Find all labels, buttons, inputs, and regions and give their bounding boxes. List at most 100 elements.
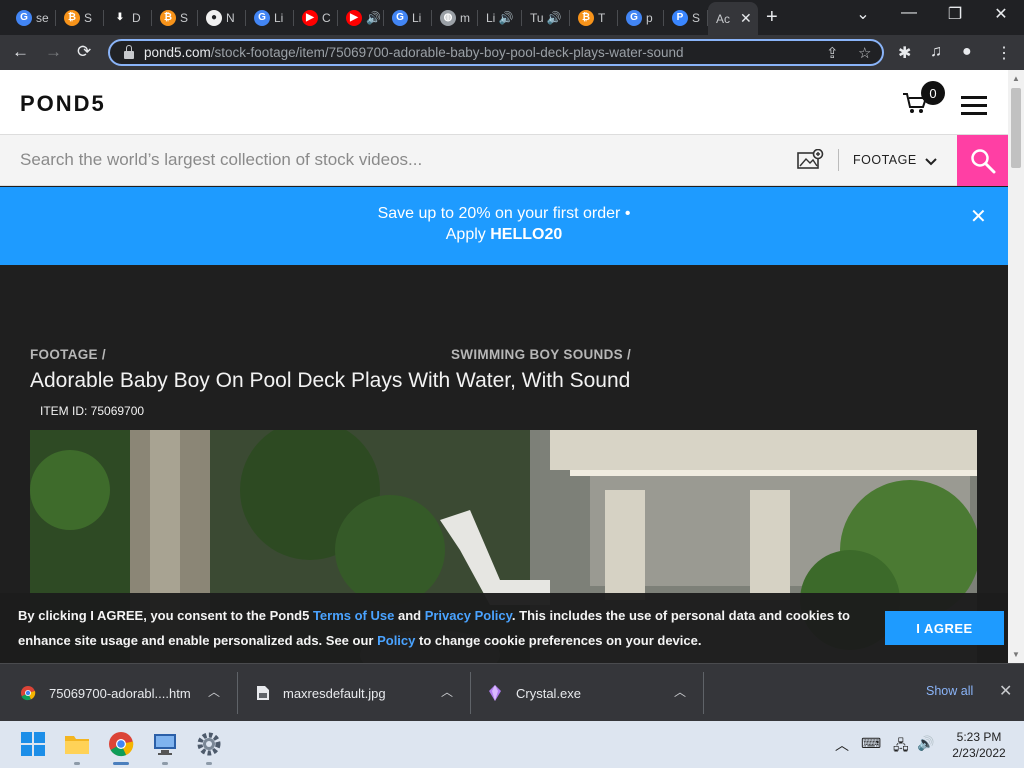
- agree-button[interactable]: I AGREE: [885, 611, 1004, 645]
- system-clock[interactable]: 5:23 PM 2/23/2022: [944, 729, 1014, 761]
- share-icon[interactable]: ⇪: [826, 44, 839, 62]
- running-indicator: [206, 762, 212, 765]
- close-window-button[interactable]: ✕: [978, 4, 1024, 24]
- running-indicator: [162, 762, 168, 765]
- show-all-downloads-link[interactable]: Show all: [926, 684, 973, 698]
- globe-icon: ◍: [440, 9, 456, 26]
- browser-tab[interactable]: Tu 🔊: [522, 4, 570, 31]
- google-icon: G: [392, 9, 408, 26]
- promo-apply-line: Apply HELLO20: [445, 226, 563, 243]
- web-page: POND5 0 FOOTAGE Save up to 20% on your: [0, 70, 1008, 663]
- windows-start-icon[interactable]: [20, 731, 46, 757]
- volume-icon[interactable]: 🔊: [917, 735, 934, 752]
- download-item-jpg[interactable]: maxresdefault.jpg ︿: [256, 664, 470, 722]
- browser-tab[interactable]: G Li: [384, 4, 432, 31]
- windows-taskbar: ︿ ⌨ 🖧 🔊 5:23 PM 2/23/2022: [0, 721, 1024, 768]
- policy-link[interactable]: Policy: [377, 633, 415, 648]
- reload-button[interactable]: ⟳: [77, 42, 91, 62]
- search-bar: FOOTAGE: [0, 135, 1008, 186]
- forward-button[interactable]: →: [45, 42, 62, 62]
- browser-tab[interactable]: ▶ C: [294, 4, 338, 31]
- chevron-down-icon[interactable]: [924, 155, 938, 169]
- browser-tab[interactable]: Gp: [618, 4, 664, 31]
- chevron-up-icon[interactable]: ︿: [208, 683, 220, 700]
- scrollbar-thumb[interactable]: [1011, 88, 1021, 168]
- scroll-down-icon[interactable]: ▼: [1012, 650, 1020, 659]
- search-divider: [838, 149, 839, 171]
- chevron-up-icon[interactable]: ︿: [441, 683, 453, 700]
- hamburger-menu-icon[interactable]: [961, 96, 987, 120]
- divider: [470, 672, 471, 714]
- download-item-exe[interactable]: Crystal.exe ︿: [489, 664, 703, 722]
- download-filename[interactable]: 75069700-adorabl....htm: [49, 686, 191, 701]
- pond5-icon: P: [672, 9, 688, 26]
- browser-tab[interactable]: Li 🔊: [478, 4, 522, 31]
- download-filename[interactable]: Crystal.exe: [516, 686, 581, 701]
- bitcoin-icon: ₿: [160, 9, 176, 26]
- bitcoin-icon: ₿: [578, 9, 594, 26]
- image-search-icon[interactable]: [797, 149, 825, 171]
- search-button[interactable]: [957, 135, 1008, 186]
- close-downloads-icon[interactable]: ✕: [999, 681, 1012, 701]
- keyboard-icon[interactable]: ⌨: [861, 735, 881, 752]
- maximize-button[interactable]: ❐: [932, 4, 978, 24]
- download-filename[interactable]: maxresdefault.jpg: [283, 686, 386, 701]
- browser-tab[interactable]: ₿ S: [152, 4, 198, 31]
- chrome-taskbar-icon[interactable]: [108, 731, 134, 757]
- pond5-logo[interactable]: POND5: [20, 91, 106, 117]
- media-type-select[interactable]: FOOTAGE: [853, 153, 917, 167]
- media-control-icon[interactable]: ♫: [930, 43, 942, 61]
- close-tab-icon[interactable]: ✕: [740, 10, 752, 27]
- file-explorer-icon[interactable]: [64, 731, 90, 757]
- browser-tab[interactable]: ▶ 🔊: [338, 4, 384, 31]
- search-icon: [970, 148, 995, 173]
- browser-tab[interactable]: Gse: [8, 4, 56, 31]
- browser-tab[interactable]: ● N: [198, 4, 246, 31]
- browser-tab[interactable]: PS: [664, 4, 708, 31]
- extensions-icon[interactable]: ✱: [898, 43, 911, 63]
- new-tab-button[interactable]: +: [766, 6, 778, 29]
- search-input[interactable]: [0, 135, 780, 185]
- breadcrumb-footage[interactable]: FOOTAGE /: [30, 347, 106, 362]
- cart-count-badge[interactable]: 0: [921, 81, 945, 105]
- crystal-icon: [489, 685, 501, 701]
- download-item-htm[interactable]: 75069700-adorabl....htm ︿: [20, 664, 238, 722]
- bitcoin-icon: ₿: [64, 9, 80, 26]
- site-header: POND5 0: [0, 70, 1008, 135]
- page-scrollbar[interactable]: ▲ ▼: [1008, 70, 1024, 663]
- back-button[interactable]: ←: [12, 42, 29, 62]
- tab-title: Li 🔊: [486, 10, 514, 25]
- download-icon: ⬇: [112, 9, 128, 26]
- network-icon[interactable]: 🖧: [893, 735, 909, 759]
- close-promo-icon[interactable]: ✕: [970, 204, 987, 229]
- lock-icon[interactable]: [124, 45, 134, 59]
- tab-title: S: [180, 10, 189, 25]
- tab-search-icon[interactable]: ⌄: [840, 4, 886, 24]
- browser-tab[interactable]: ◍ m: [432, 4, 478, 31]
- terms-of-use-link[interactable]: Terms of Use: [313, 608, 394, 623]
- url-text[interactable]: pond5.com/stock-footage/item/75069700-ad…: [144, 45, 684, 60]
- tab-title: T: [598, 10, 606, 25]
- chrome-menu-icon[interactable]: ⋮: [996, 43, 1012, 63]
- tab-title: D: [132, 10, 141, 25]
- breadcrumb-collection[interactable]: SWIMMING BOY SOUNDS /: [451, 347, 631, 362]
- browser-tab[interactable]: ₿ T: [570, 4, 618, 31]
- address-bar[interactable]: pond5.com/stock-footage/item/75069700-ad…: [108, 39, 884, 66]
- bookmark-star-icon[interactable]: ☆: [858, 44, 871, 62]
- browser-tab[interactable]: ⬇ D: [104, 4, 152, 31]
- downloads-bar: 75069700-adorabl....htm ︿ maxresdefault.…: [0, 663, 1024, 721]
- running-indicator: [74, 762, 80, 765]
- browser-tab[interactable]: Ac ✕: [708, 2, 758, 35]
- scroll-up-icon[interactable]: ▲: [1012, 74, 1020, 83]
- settings-gear-icon[interactable]: [196, 731, 222, 757]
- privacy-policy-link[interactable]: Privacy Policy: [425, 608, 512, 623]
- chevron-up-icon[interactable]: ︿: [674, 683, 686, 700]
- profile-icon[interactable]: ●: [962, 43, 972, 61]
- browser-tab[interactable]: G Li: [246, 4, 294, 31]
- browser-tab[interactable]: ₿ S: [56, 4, 104, 31]
- tab-title: S: [692, 10, 701, 25]
- remote-desktop-icon[interactable]: [152, 731, 178, 757]
- minimize-button[interactable]: —: [886, 4, 932, 22]
- tab-title: m: [460, 10, 470, 25]
- show-hidden-icons-chevron-icon[interactable]: ︿: [835, 735, 849, 755]
